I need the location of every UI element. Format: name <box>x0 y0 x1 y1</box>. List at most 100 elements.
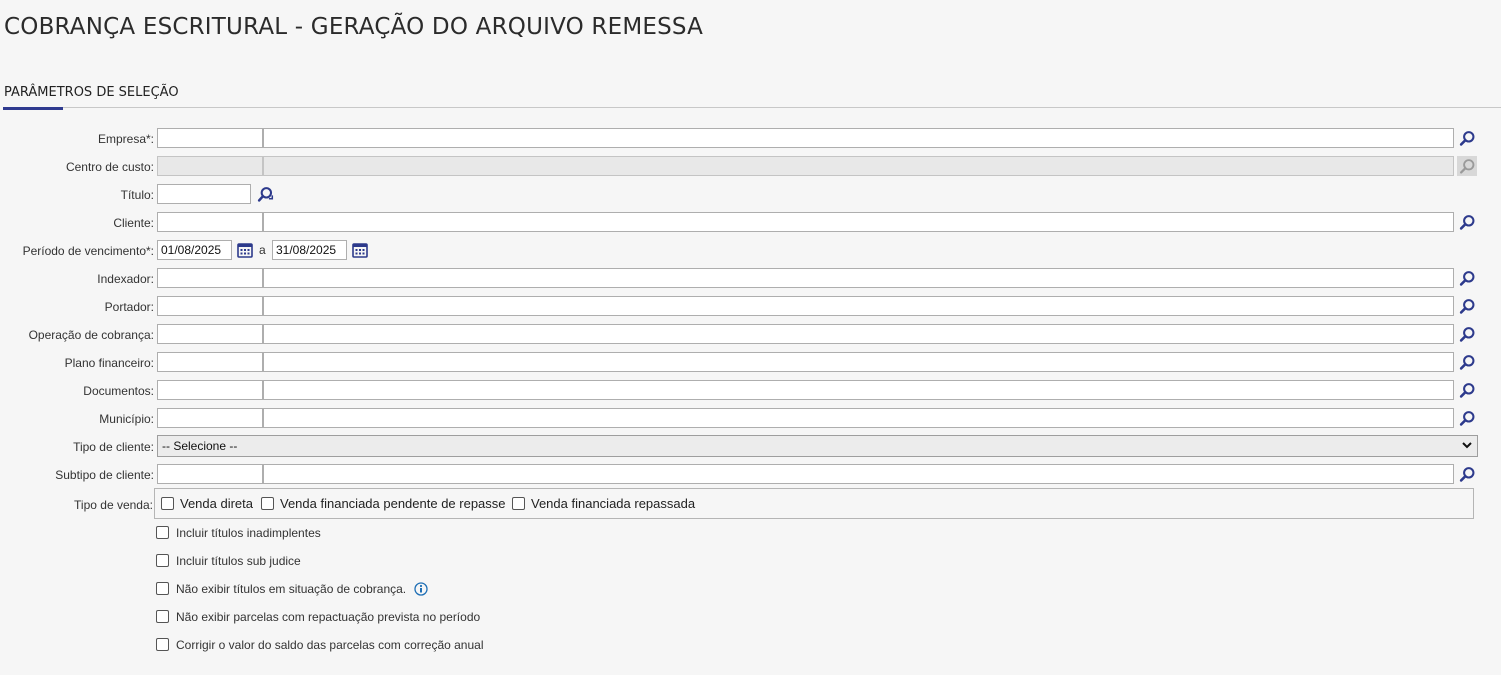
periodo-start-calendar-button[interactable] <box>235 240 255 260</box>
checkbox[interactable] <box>512 497 525 511</box>
label-plano: Plano financeiro: <box>64 356 154 370</box>
search-icon <box>1459 270 1474 286</box>
label-municipio: Município: <box>99 412 154 426</box>
centro-custo-code-input <box>157 156 263 176</box>
tipo-cliente-select[interactable]: -- Selecione -- <box>157 435 1478 457</box>
tipo-venda-option-pendente[interactable]: Venda financiada pendente de repasse <box>261 496 506 511</box>
search-icon <box>1459 130 1474 146</box>
centro-custo-search-button <box>1457 156 1477 176</box>
row-cliente: Cliente: <box>0 212 1501 234</box>
documentos-desc-input[interactable] <box>263 380 1454 400</box>
row-periodo: Período de vencimento*: a <box>0 240 1501 262</box>
checkbox[interactable] <box>261 497 274 511</box>
checkbox[interactable] <box>156 582 169 596</box>
indexador-code-input[interactable] <box>157 268 263 288</box>
label-indexador: Indexador: <box>97 272 154 286</box>
label-tipo-venda: Tipo de venda: <box>74 498 153 512</box>
search-icon <box>1459 410 1474 426</box>
label-subtipo-cliente: Subtipo de cliente: <box>55 468 154 482</box>
chevron-down-icon <box>1462 442 1472 449</box>
cliente-search-button[interactable] <box>1457 212 1477 232</box>
row-operacao: Operação de cobrança: <box>0 324 1501 346</box>
cliente-code-input[interactable] <box>157 212 263 232</box>
plano-desc-input[interactable] <box>263 352 1454 372</box>
checkbox[interactable] <box>156 554 169 568</box>
operacao-search-button[interactable] <box>1457 324 1477 344</box>
operacao-desc-input[interactable] <box>263 324 1454 344</box>
portador-desc-input[interactable] <box>263 296 1454 316</box>
check-corrigir-saldo[interactable]: Corrigir o valor do saldo das parcelas c… <box>156 638 483 652</box>
plano-code-input[interactable] <box>157 352 263 372</box>
row-titulo: Título: <box>0 184 1501 206</box>
label-cliente: Cliente: <box>113 216 154 230</box>
titulo-input[interactable] <box>157 184 251 204</box>
row-plano: Plano financeiro: <box>0 352 1501 374</box>
row-documentos: Documentos: <box>0 380 1501 402</box>
check-nao-exibir-repactuacao[interactable]: Não exibir parcelas com repactuação prev… <box>156 610 480 624</box>
row-indexador: Indexador: <box>0 268 1501 290</box>
periodo-separator: a <box>259 243 266 257</box>
checkbox[interactable] <box>156 526 169 540</box>
empresa-search-button[interactable] <box>1457 128 1477 148</box>
plano-search-button[interactable] <box>1457 352 1477 372</box>
tipo-venda-group: Venda direta Venda financiada pendente d… <box>154 488 1474 519</box>
row-empresa: Empresa*: <box>0 128 1501 150</box>
tipo-venda-option-direta[interactable]: Venda direta <box>161 496 253 511</box>
search-icon <box>1459 158 1474 174</box>
check-incluir-sub-judice[interactable]: Incluir títulos sub judice <box>156 554 301 568</box>
search-refresh-icon <box>257 186 273 202</box>
page-title: COBRANÇA ESCRITURAL - GERAÇÃO DO ARQUIVO… <box>4 14 704 40</box>
subtipo-cliente-search-button[interactable] <box>1457 464 1477 484</box>
row-municipio: Município: <box>0 408 1501 430</box>
label-centro-custo: Centro de custo: <box>65 160 154 174</box>
indexador-desc-input[interactable] <box>263 268 1454 288</box>
checkbox[interactable] <box>156 638 169 652</box>
calendar-icon <box>237 243 253 258</box>
municipio-desc-input[interactable] <box>263 408 1454 428</box>
info-icon[interactable] <box>414 582 429 596</box>
centro-custo-desc-input <box>263 156 1454 176</box>
tipo-cliente-selected: -- Selecione -- <box>162 439 238 453</box>
search-icon <box>1459 326 1474 342</box>
section-title: PARÂMETROS DE SELEÇÃO <box>4 85 179 100</box>
portador-code-input[interactable] <box>157 296 263 316</box>
search-icon <box>1459 466 1474 482</box>
section-divider <box>3 107 1501 108</box>
label-tipo-cliente: Tipo de cliente: <box>73 440 154 454</box>
periodo-start-input[interactable] <box>157 240 232 260</box>
check-nao-exibir-cobranca[interactable]: Não exibir títulos em situação de cobran… <box>156 582 429 597</box>
municipio-code-input[interactable] <box>157 408 263 428</box>
search-icon <box>1459 214 1474 230</box>
titulo-search-button[interactable] <box>255 184 275 204</box>
subtipo-cliente-code-input[interactable] <box>157 464 263 484</box>
checkbox[interactable] <box>161 497 174 511</box>
tipo-venda-option-repassada[interactable]: Venda financiada repassada <box>512 496 695 511</box>
check-incluir-inadimplentes[interactable]: Incluir títulos inadimplentes <box>156 526 321 540</box>
row-portador: Portador: <box>0 296 1501 318</box>
documentos-code-input[interactable] <box>157 380 263 400</box>
section-accent-bar <box>3 107 63 110</box>
row-tipo-cliente: Tipo de cliente: -- Selecione -- <box>0 435 1501 457</box>
label-documentos: Documentos: <box>83 384 154 398</box>
row-centro-custo: Centro de custo: <box>0 156 1501 178</box>
search-icon <box>1459 298 1474 314</box>
municipio-search-button[interactable] <box>1457 408 1477 428</box>
portador-search-button[interactable] <box>1457 296 1477 316</box>
checkbox[interactable] <box>156 610 169 624</box>
periodo-end-calendar-button[interactable] <box>350 240 370 260</box>
cliente-desc-input[interactable] <box>263 212 1454 232</box>
label-operacao: Operação de cobrança: <box>28 328 154 342</box>
label-titulo: Título: <box>120 188 154 202</box>
subtipo-cliente-desc-input[interactable] <box>263 464 1454 484</box>
empresa-desc-input[interactable] <box>263 128 1454 148</box>
search-icon <box>1459 354 1474 370</box>
indexador-search-button[interactable] <box>1457 268 1477 288</box>
label-empresa: Empresa*: <box>97 132 154 146</box>
documentos-search-button[interactable] <box>1457 380 1477 400</box>
search-icon <box>1459 382 1474 398</box>
periodo-end-input[interactable] <box>272 240 347 260</box>
empresa-code-input[interactable] <box>157 128 263 148</box>
operacao-code-input[interactable] <box>157 324 263 344</box>
calendar-icon <box>352 243 368 258</box>
label-periodo: Período de vencimento*: <box>22 244 154 258</box>
